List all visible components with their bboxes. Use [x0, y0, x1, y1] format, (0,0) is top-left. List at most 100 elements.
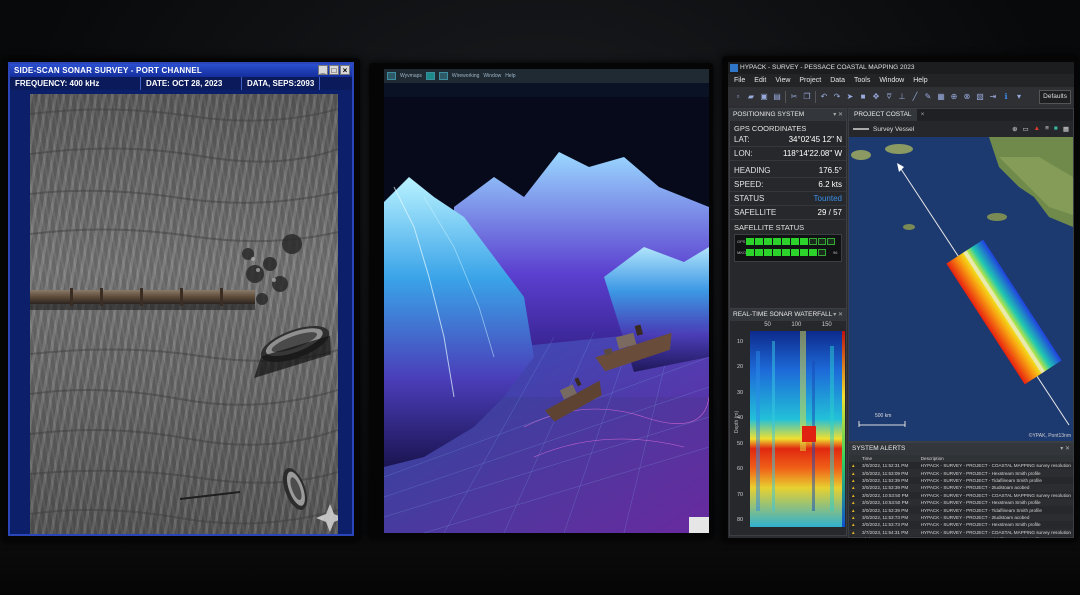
redo-icon[interactable]: ↷ [832, 92, 842, 102]
menu-bar: File Edit View Project Data Tools Window… [728, 74, 1074, 87]
dropdown-icon[interactable]: ▾ [1014, 92, 1024, 102]
maximize-button[interactable]: □ [329, 65, 339, 75]
alert-row[interactable]: ▲ 3/7/2023, 11:54:31 PM HYPACK - SURVEY - … [849, 528, 1073, 536]
tide-icon[interactable]: ⩢ [884, 92, 894, 102]
column-time[interactable]: Time [860, 455, 919, 462]
cut-icon[interactable]: ✂ [789, 92, 799, 102]
defaults-dropdown[interactable]: Defaults [1039, 90, 1071, 104]
zoom-icon[interactable]: ⊕ [1012, 125, 1017, 133]
alert-description: HYPACK - SURVEY - PROJECT - COASTAL MAPP… [920, 463, 1071, 469]
close-button[interactable]: × [340, 65, 350, 75]
info-icon[interactable]: ℹ [1001, 92, 1011, 102]
alert-time: 3/0/2022, 11:53:39 PM [860, 484, 919, 492]
toolbar-separator [785, 90, 786, 103]
alert-row[interactable]: ▲ 3/0/2022, 11:53:39 PM HYPACK - SURVEY - … [849, 506, 1073, 513]
menu-file[interactable]: File [734, 74, 745, 87]
map-info-icon[interactable]: ■ [1054, 125, 1058, 133]
layer-icon[interactable]: ≡ [1045, 125, 1049, 133]
measure-icon[interactable]: ▭ [1023, 125, 1029, 133]
menu-wyvmaps[interactable]: Wyvmaps [400, 73, 422, 79]
basemap-icon[interactable]: ▦ [1063, 125, 1069, 133]
waterfall-plot[interactable] [750, 331, 844, 527]
tab-project-costal[interactable]: PROJECT COSTAL [849, 109, 917, 121]
heading-value: 176.5° [818, 166, 842, 175]
window-titlebar[interactable]: SIDE-SCAN SONAR SURVEY - PORT CHANNEL _ … [10, 64, 352, 77]
alert-time: 3/0/2022, 11:53:73 PM [862, 522, 909, 528]
3d-bathymetry-view[interactable] [384, 97, 709, 533]
y-tick: 70 [737, 491, 744, 498]
alert-time: 3/0/2022, 11:53:39 PM [862, 477, 909, 483]
alert-time: 3/0/2022, 11:53:09 PM [860, 469, 919, 477]
satellite-status-label: SAFELLITE STATUS [734, 223, 805, 232]
side-scan-image[interactable] [30, 94, 338, 534]
tab-close-icon[interactable]: × [917, 109, 929, 121]
menu-wireworking[interactable]: Wireworking [452, 73, 480, 79]
alert-row[interactable]: ▲ 3/0/2022, 10:53:50 PM HYPACK - SURVEY - … [849, 492, 1073, 499]
3d-toolbar: Wyvmaps Wireworking Window Help [384, 69, 709, 83]
grid-icon[interactable]: ▦ [936, 92, 946, 102]
panel-controls[interactable]: ▾ ✕ [833, 309, 843, 321]
menu-help[interactable]: Help [505, 73, 515, 79]
select-tool-icon[interactable] [425, 72, 435, 80]
alert-row[interactable]: ▲3/7/2023, 11:54:63 PMHYPACK - SURVEY - … [849, 536, 1073, 538]
layers-icon[interactable]: ▧ [975, 92, 985, 102]
alert-row[interactable]: ▲ 3/0/2022, 11:53:73 PM HYPACK - SURVEY - … [849, 513, 1073, 522]
export-icon[interactable]: ⇥ [988, 92, 998, 102]
y-tick: 50 [737, 440, 744, 447]
vessel-label[interactable]: Survey Vessel [873, 126, 914, 133]
menu-window[interactable]: Window [879, 74, 904, 87]
save-icon[interactable]: ▣ [759, 92, 769, 102]
pan-icon[interactable]: ✥ [871, 92, 881, 102]
signal-icon[interactable]: ⊥ [897, 92, 907, 102]
tool-icon[interactable] [387, 72, 396, 80]
menu-window[interactable]: Window [483, 73, 501, 79]
print-icon[interactable]: ▤ [772, 92, 782, 102]
alert-row[interactable]: ▲ 3/0/2022, 11:53:39 PM HYPACK - SURVEY - … [849, 477, 1073, 484]
menu-edit[interactable]: Edit [754, 74, 766, 87]
open-folder-icon[interactable]: ▰ [746, 92, 756, 102]
warning-icon: ▲ [851, 477, 856, 483]
target-icon[interactable]: ⊕ [949, 92, 959, 102]
alert-icon[interactable]: ▲ [1034, 125, 1040, 133]
crosshair-icon[interactable]: ⊗ [962, 92, 972, 102]
panel-controls[interactable]: ▾ ✕ [833, 109, 843, 121]
new-file-icon[interactable]: ▫ [733, 92, 743, 102]
measure-icon[interactable]: ╱ [910, 92, 920, 102]
project-map-panel: PROJECT COSTAL × Survey Vessel ⊕ ▭ ▲ ≡ ■… [848, 108, 1074, 442]
bathymetry-window: Wyvmaps Wireworking Window Help [384, 69, 709, 533]
menu-data[interactable]: Data [830, 74, 845, 87]
copy-icon[interactable]: ❐ [802, 92, 812, 102]
icon-column [849, 455, 860, 462]
vessel-icon[interactable] [853, 128, 869, 130]
app-titlebar[interactable]: HYPACK - SURVEY - PESSACE COASTAL MAPPIN… [728, 62, 1074, 74]
menu-tools[interactable]: Tools [854, 74, 870, 87]
y-tick: 60 [737, 466, 744, 473]
alerts-table: Time Description ▲ 3/0/2022, 11:52:31 PM H… [849, 455, 1073, 538]
alert-row[interactable]: ▲ 3/0/2022, 11:53:39 PM HYPACK - SURVEY - … [849, 484, 1073, 492]
alert-row[interactable]: ▲ 3/0/2022, 10:53:50 PM HYPACK - SURVEY - … [849, 498, 1073, 507]
undo-icon[interactable]: ↶ [819, 92, 829, 102]
pointer-icon[interactable]: ➤ [845, 92, 855, 102]
waterfall-x-ticks: 50 100 150 [754, 322, 842, 328]
alert-row[interactable]: ▲ 3/0/2022, 11:53:09 PM HYPACK - SURVEY - … [849, 469, 1073, 477]
alert-row[interactable]: ▲ 3/0/2022, 11:53:73 PM HYPACK - SURVEY - … [849, 521, 1073, 528]
map-tabs: PROJECT COSTAL × [849, 109, 1073, 121]
column-description[interactable]: Description [918, 455, 1073, 462]
stop-icon[interactable]: ■ [858, 92, 868, 102]
app-icon [730, 64, 738, 72]
menu-project[interactable]: Project [799, 74, 821, 87]
draw-icon[interactable]: ✎ [923, 92, 933, 102]
panel-controls[interactable]: ▾ ✕ [1060, 443, 1070, 455]
alert-time: 3/0/2022, 11:53:73 PM [860, 513, 919, 522]
menu-view[interactable]: View [775, 74, 790, 87]
layer-icon[interactable] [438, 72, 448, 80]
menu-help[interactable]: Help [913, 74, 927, 87]
map-attribution: ©YPAK, Pont13nm [1028, 433, 1071, 439]
nautical-map[interactable]: 500 km ©YPAK, Pont13nm [849, 137, 1073, 441]
date-readout: DATE: OCT 28, 2023 [141, 77, 242, 90]
gps-bar-row: GPS [737, 238, 835, 245]
status-value: Tounted [813, 194, 842, 203]
alert-row[interactable]: ▲ 3/0/2022, 11:52:31 PM HYPACK - SURVEY - … [849, 462, 1073, 469]
minimize-button[interactable]: _ [318, 65, 328, 75]
warning-icon: ▲ [851, 507, 856, 513]
